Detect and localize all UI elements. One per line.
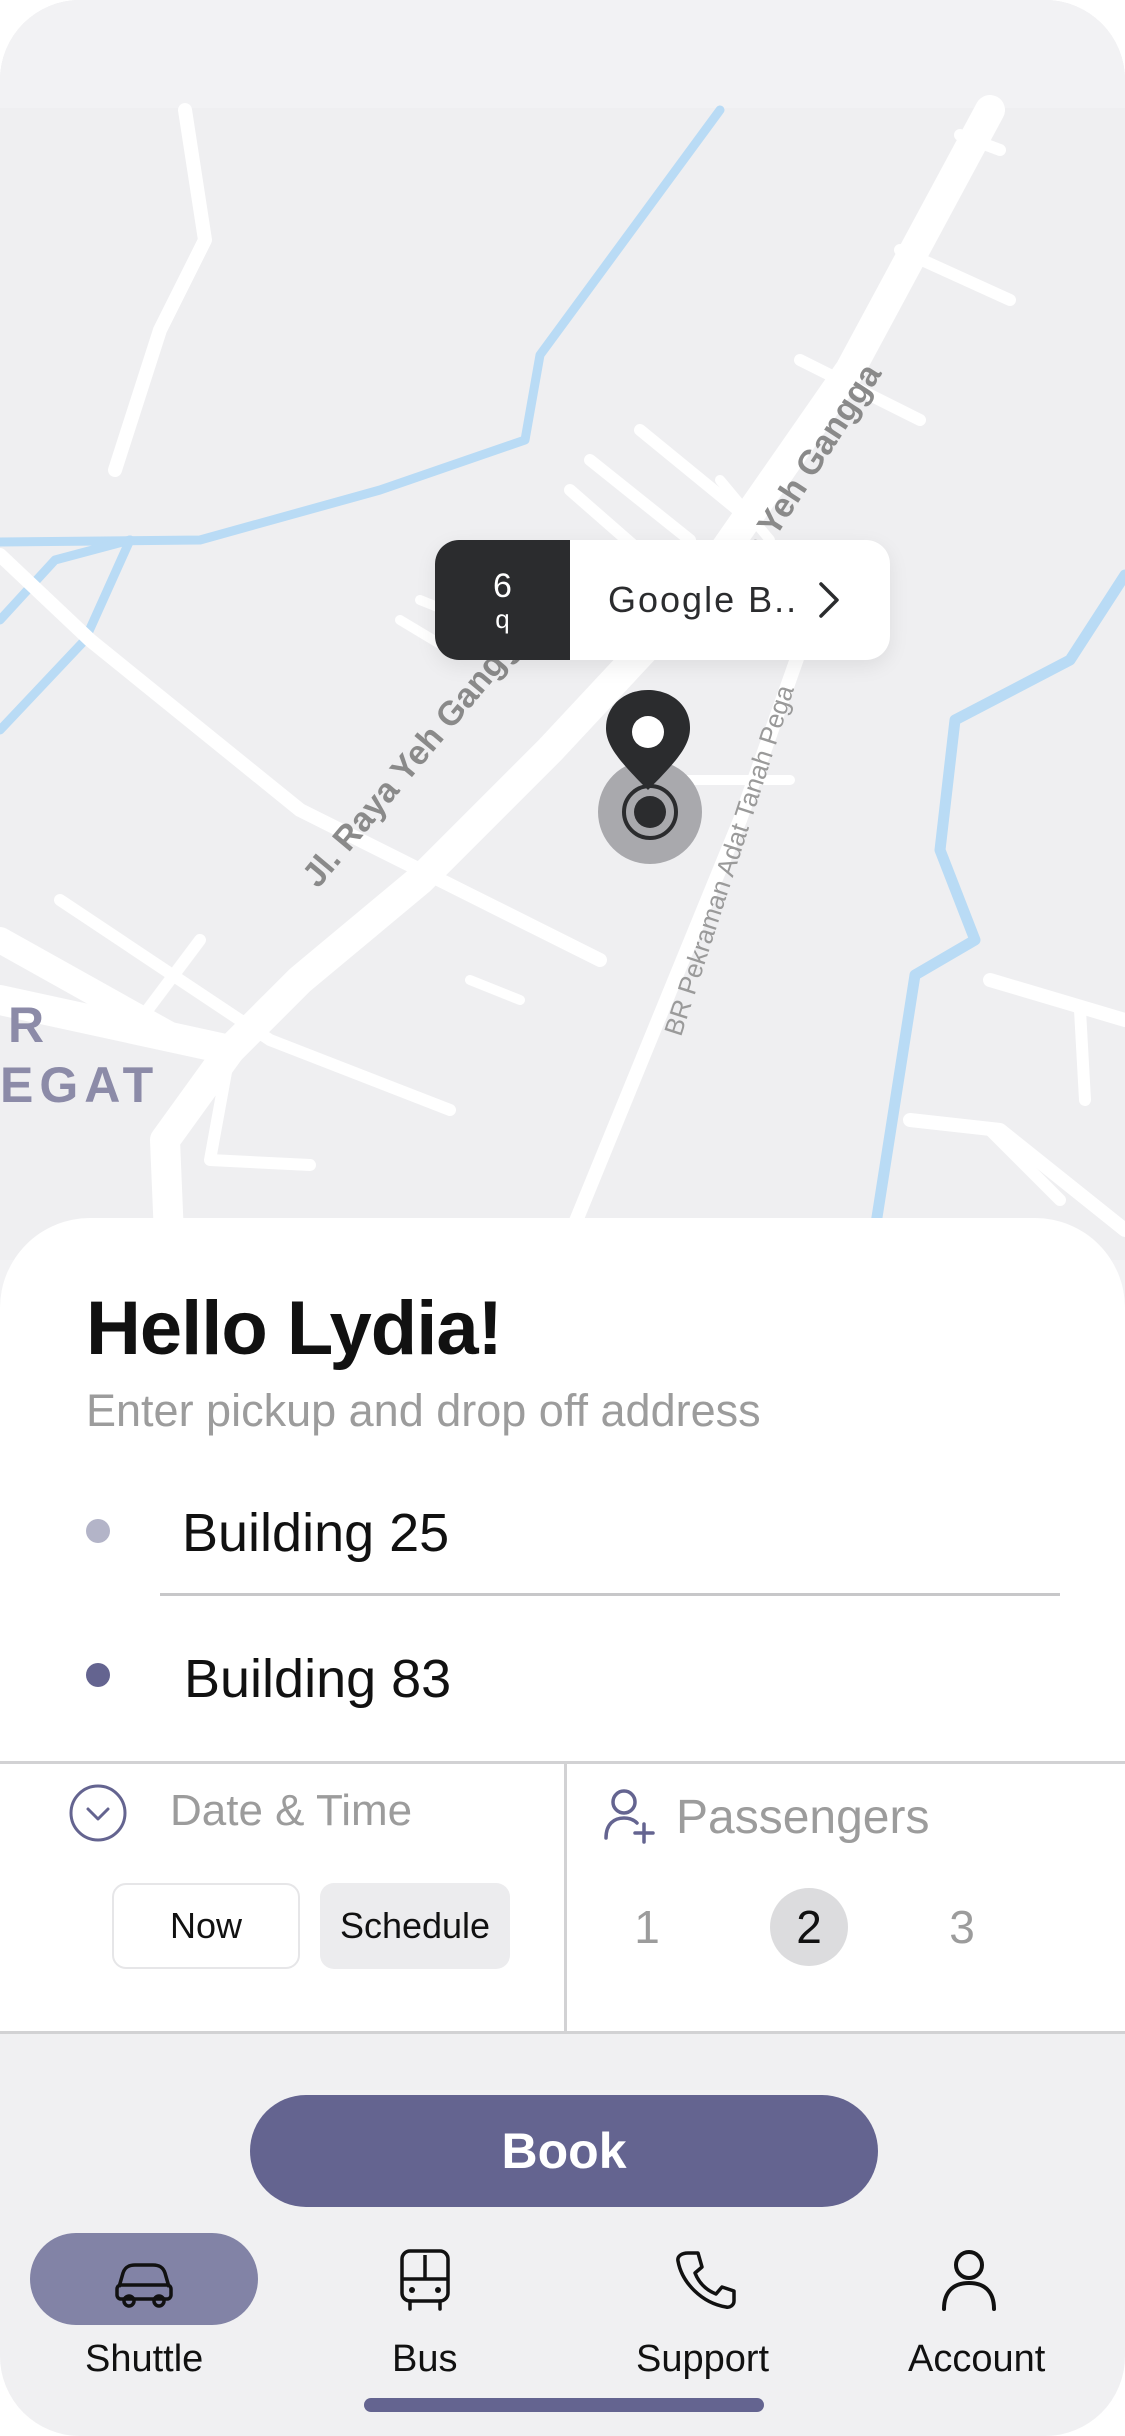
passengers-label: Passengers xyxy=(676,1791,930,1844)
person-icon xyxy=(934,2245,1004,2315)
callout-place[interactable]: Google B.. xyxy=(570,540,890,660)
tab-bus-label: Bus xyxy=(392,2338,458,2380)
phone-icon xyxy=(670,2245,740,2315)
chevron-right-icon xyxy=(818,581,840,619)
greeting-title: Hello Lydia! xyxy=(86,1286,503,1371)
tab-account-label: Account xyxy=(908,2338,1046,2380)
eta-unit: q xyxy=(495,604,510,634)
passenger-option-1[interactable]: 1 xyxy=(608,1888,686,1966)
area-label-line2: EGAT xyxy=(0,1057,160,1113)
tab-shuttle-label: Shuttle xyxy=(85,2338,204,2380)
options-top-divider xyxy=(0,1761,1125,1764)
bus-icon xyxy=(390,2245,460,2315)
dropoff-dot xyxy=(86,1663,110,1687)
tab-support-label: Support xyxy=(636,2338,770,2380)
dropoff-address-field[interactable]: Building 83 xyxy=(184,1648,451,1710)
tab-support[interactable]: Support xyxy=(620,2233,790,2393)
address-divider xyxy=(160,1593,1060,1596)
book-button[interactable]: Book xyxy=(250,2095,878,2207)
phone-screen: Jl. Raya Yeh Gangga a Yeh Gangga BR Pekr… xyxy=(0,0,1125,2436)
destination-callout[interactable]: 6 q Google B.. xyxy=(435,540,890,660)
callout-place-name: Google B.. xyxy=(608,579,799,620)
passenger-option-2[interactable]: 2 xyxy=(770,1888,848,1966)
home-indicator[interactable] xyxy=(364,2398,764,2412)
tab-shuttle[interactable]: Shuttle xyxy=(30,2233,258,2393)
now-button[interactable]: Now xyxy=(112,1883,300,1969)
location-pin-icon[interactable] xyxy=(596,690,731,870)
date-time-label: Date & Time xyxy=(170,1786,413,1835)
area-label-line1: R xyxy=(8,997,51,1053)
passenger-option-3[interactable]: 3 xyxy=(923,1888,1001,1966)
pickup-address-field[interactable]: Building 25 xyxy=(182,1502,449,1564)
greeting-subtitle: Enter pickup and drop off address xyxy=(86,1385,761,1436)
pickup-dot xyxy=(86,1519,110,1543)
map-view[interactable]: Jl. Raya Yeh Gangga a Yeh Gangga BR Pekr… xyxy=(0,0,1125,1260)
car-icon xyxy=(109,2245,179,2315)
add-person-icon xyxy=(600,1786,660,1846)
tab-account[interactable]: Account xyxy=(895,2233,1075,2393)
options-vertical-divider xyxy=(564,1763,567,2033)
eta-badge: 6 q xyxy=(435,540,570,660)
tab-bus[interactable]: Bus xyxy=(340,2233,510,2393)
chevron-down-circle-icon[interactable] xyxy=(68,1783,128,1843)
eta-value: 6 xyxy=(493,567,512,605)
schedule-button[interactable]: Schedule xyxy=(320,1883,510,1969)
